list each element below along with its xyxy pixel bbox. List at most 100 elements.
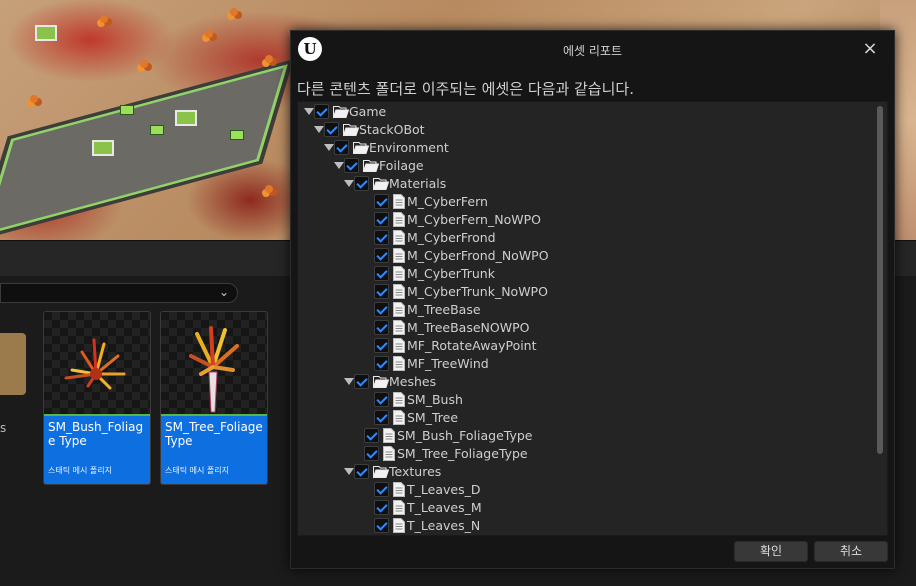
folder-open-icon <box>373 178 389 190</box>
jump-pad <box>150 125 164 135</box>
tree-item-label: SM_Bush <box>407 392 463 407</box>
asset-tree-panel: Game StackOBot Environment Foilage Materials… <box>297 101 888 536</box>
tree-asset-row[interactable]: T_Leaves_M <box>298 499 868 517</box>
tree-prop <box>265 55 273 63</box>
include-checkbox[interactable] <box>354 176 369 191</box>
tree-item-label: SM_Tree_FoliageType <box>397 446 528 461</box>
document-icon <box>393 392 405 407</box>
include-checkbox[interactable] <box>374 356 389 371</box>
include-checkbox[interactable] <box>374 212 389 227</box>
dialog-titlebar[interactable]: U 에셋 리포트 × <box>291 31 894 69</box>
tree-prop <box>205 30 213 38</box>
tree-asset-row[interactable]: M_CyberTrunk <box>298 265 868 283</box>
tree-preview-icon <box>189 326 239 413</box>
include-checkbox[interactable] <box>344 158 359 173</box>
document-icon <box>393 518 405 533</box>
tree-asset-row[interactable]: M_CyberFrond <box>298 229 868 247</box>
asset-name: SM_Tree_Foliage Type <box>165 420 263 448</box>
cancel-button[interactable]: 취소 <box>814 541 888 562</box>
tree-asset-row[interactable]: SM_Bush_FoliageType <box>298 427 868 445</box>
include-checkbox[interactable] <box>364 446 379 461</box>
include-checkbox[interactable] <box>374 338 389 353</box>
include-checkbox[interactable] <box>314 104 329 119</box>
include-checkbox[interactable] <box>334 140 349 155</box>
tree-item-label: M_TreeBaseNOWPO <box>407 320 530 335</box>
include-checkbox[interactable] <box>354 464 369 479</box>
asset-type: 스태틱 메시 폴리지 <box>48 466 112 475</box>
include-checkbox[interactable] <box>374 320 389 335</box>
asset-info-panel: SM_Tree_Foliage Type 스태틱 메시 폴리지 <box>161 416 267 484</box>
asset-tile-partial[interactable] <box>0 333 26 395</box>
tree-item-label: StackOBot <box>359 122 425 137</box>
asset-type: 스태틱 메시 폴리지 <box>165 466 229 475</box>
include-checkbox[interactable] <box>374 194 389 209</box>
expand-arrow-icon[interactable] <box>344 378 354 385</box>
tree-folder-row[interactable]: Foilage <box>298 157 868 175</box>
asset-tile-sm-tree-foliagetype[interactable]: SM_Tree_Foliage Type 스태틱 메시 폴리지 <box>160 311 268 485</box>
include-checkbox[interactable] <box>364 428 379 443</box>
tree-item-label: Environment <box>369 140 449 155</box>
tree-asset-row[interactable]: M_TreeBase <box>298 301 868 319</box>
tree-asset-row[interactable]: M_TreeBaseNOWPO <box>298 319 868 337</box>
expand-arrow-icon[interactable] <box>344 468 354 475</box>
tree-asset-row[interactable]: SM_Tree_FoliageType <box>298 445 868 463</box>
tree-folder-row[interactable]: Meshes <box>298 373 868 391</box>
tree-folder-row[interactable]: Materials <box>298 175 868 193</box>
include-checkbox[interactable] <box>374 248 389 263</box>
robot-prop <box>35 25 57 41</box>
tree-asset-row[interactable]: T_Leaves_D <box>298 481 868 499</box>
tree-asset-row[interactable]: MF_RotateAwayPoint <box>298 337 868 355</box>
expand-arrow-icon[interactable] <box>344 180 354 187</box>
include-checkbox[interactable] <box>374 410 389 425</box>
tree-asset-row[interactable]: M_CyberFrond_NoWPO <box>298 247 868 265</box>
tree-folder-row[interactable]: Game <box>298 103 868 121</box>
include-checkbox[interactable] <box>374 482 389 497</box>
expand-arrow-icon[interactable] <box>304 108 314 115</box>
document-icon <box>393 338 405 353</box>
asset-info-panel: SM_Bush_Foliage Type 스태틱 메시 폴리지 <box>44 416 150 484</box>
tree-asset-row[interactable]: M_CyberTrunk_NoWPO <box>298 283 868 301</box>
include-checkbox[interactable] <box>374 284 389 299</box>
tree-item-label: Foilage <box>379 158 424 173</box>
path-dropdown[interactable]: ⌄ <box>0 283 238 303</box>
include-checkbox[interactable] <box>324 122 339 137</box>
include-checkbox[interactable] <box>374 302 389 317</box>
asset-tile-sm-bush-foliagetype[interactable]: SM_Bush_Foliage Type 스태틱 메시 폴리지 <box>43 311 151 485</box>
include-checkbox[interactable] <box>374 500 389 515</box>
tree-prop <box>100 15 108 23</box>
document-icon <box>383 428 395 443</box>
tree-folder-row[interactable]: Environment <box>298 139 868 157</box>
expand-arrow-icon[interactable] <box>314 126 324 133</box>
document-icon <box>393 248 405 263</box>
document-icon <box>393 356 405 371</box>
dialog-title: 에셋 리포트 <box>562 44 622 58</box>
tree-asset-row[interactable]: M_CyberFern_NoWPO <box>298 211 868 229</box>
tree-prop <box>265 185 273 193</box>
tree-asset-row[interactable]: MF_TreeWind <box>298 355 868 373</box>
close-button[interactable]: × <box>860 38 880 60</box>
tree-item-label: MF_RotateAwayPoint <box>407 338 537 353</box>
folder-open-icon <box>353 142 369 154</box>
include-checkbox[interactable] <box>374 518 389 533</box>
expand-arrow-icon[interactable] <box>324 144 334 151</box>
tree-item-label: M_CyberTrunk_NoWPO <box>407 284 548 299</box>
tree-item-label: SM_Bush_FoliageType <box>397 428 533 443</box>
tree-asset-row[interactable]: SM_Bush <box>298 391 868 409</box>
folder-open-icon <box>343 124 359 136</box>
include-checkbox[interactable] <box>374 392 389 407</box>
tree-asset-row[interactable]: T_Leaves_N <box>298 517 868 535</box>
asset-name: SM_Bush_Foliage Type <box>48 420 144 448</box>
close-icon: × <box>862 38 878 59</box>
document-icon <box>393 266 405 281</box>
include-checkbox[interactable] <box>374 230 389 245</box>
ok-button[interactable]: 확인 <box>734 541 808 562</box>
tree-asset-row[interactable]: SM_Tree <box>298 409 868 427</box>
tree-folder-row[interactable]: Textures <box>298 463 868 481</box>
include-checkbox[interactable] <box>354 374 369 389</box>
tree-folder-row[interactable]: StackOBot <box>298 121 868 139</box>
jump-pad <box>120 105 134 115</box>
tree-asset-row[interactable]: M_CyberFern <box>298 193 868 211</box>
include-checkbox[interactable] <box>374 266 389 281</box>
expand-arrow-icon[interactable] <box>334 162 344 169</box>
tree-scrollbar[interactable] <box>877 106 883 454</box>
